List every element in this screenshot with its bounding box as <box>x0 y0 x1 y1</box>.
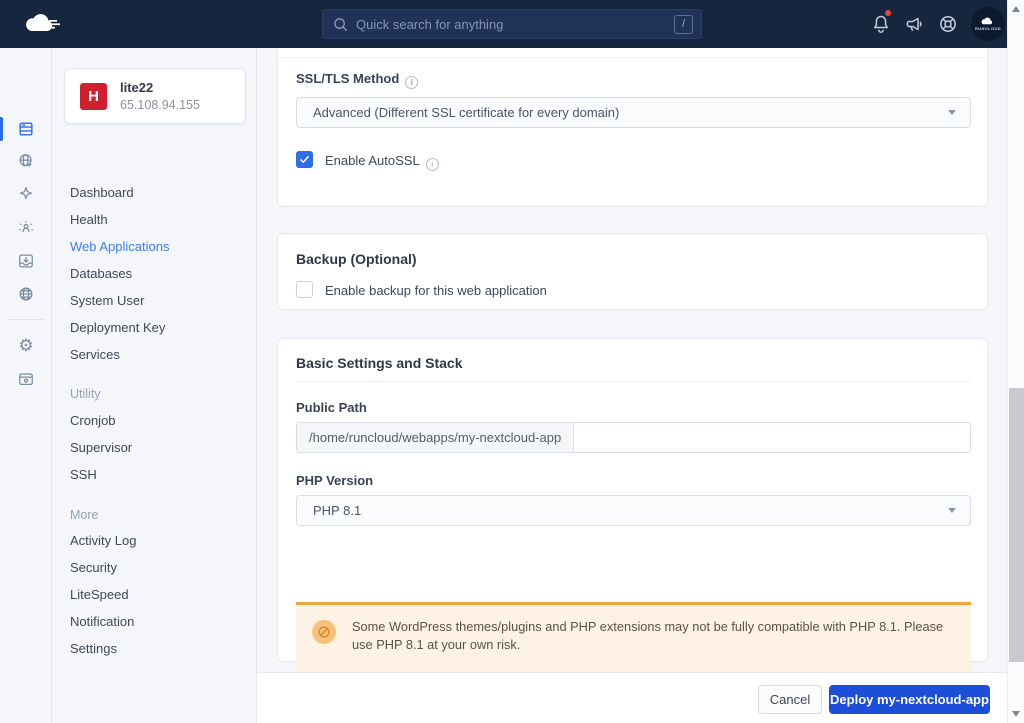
basic-settings-card: Basic Settings and Stack Public Path /ho… <box>277 338 988 674</box>
backup-title: Backup (Optional) <box>296 251 417 267</box>
sidebar-heading-utility: Utility <box>70 387 101 401</box>
ssl-method-label: SSL/TLS Method <box>296 71 419 89</box>
section-divider <box>296 381 971 382</box>
deploy-button[interactable]: Deploy my-nextcloud-app <box>829 685 990 714</box>
sidebar-item-settings[interactable]: Settings <box>70 640 117 658</box>
search-icon <box>334 17 348 31</box>
backup-checkbox[interactable] <box>296 281 313 298</box>
php-version-value: PHP 8.1 <box>313 503 362 518</box>
avatar-label: RUNCLOUD <box>974 26 1002 31</box>
php-warning-banner: Some WordPress themes/plugins and PHP ex… <box>296 602 971 674</box>
rail-divider <box>8 319 44 320</box>
sidebar: H lite22 65.108.94.155 Dashboard Health … <box>52 48 257 723</box>
icon-rail: ⚙ <box>0 48 52 723</box>
card-divider <box>278 57 987 58</box>
public-path-label: Public Path <box>296 400 367 415</box>
sparkle-icon[interactable] <box>14 182 38 206</box>
announcements-icon[interactable] <box>902 12 926 36</box>
scroll-up-arrow-icon[interactable] <box>1012 6 1020 12</box>
scrollbar-thumb[interactable] <box>1009 388 1024 662</box>
provider-logo: H <box>80 83 107 110</box>
archive-icon[interactable] <box>14 367 38 391</box>
ssl-method-select[interactable]: Advanced (Different SSL certificate for … <box>296 97 971 128</box>
page-scrollbar[interactable] <box>1007 0 1024 723</box>
runcloud-app: / <box>0 0 1024 723</box>
public-path-input[interactable] <box>574 423 970 452</box>
sidebar-item-system-user[interactable]: System User <box>70 292 144 310</box>
info-icon[interactable] <box>405 75 419 89</box>
main-content: SSL/TLS Method Advanced (Different SSL c… <box>257 48 1007 723</box>
search-input[interactable] <box>356 16 674 32</box>
sidebar-item-services[interactable]: Services <box>70 346 120 364</box>
info-icon[interactable] <box>425 157 439 171</box>
scroll-down-arrow-icon[interactable] <box>1012 711 1020 717</box>
sidebar-item-web-applications[interactable]: Web Applications <box>70 238 170 256</box>
team-icon[interactable] <box>14 216 38 240</box>
sidebar-item-dashboard[interactable]: Dashboard <box>70 184 134 202</box>
cancel-button[interactable]: Cancel <box>758 685 822 714</box>
server-name: lite22 <box>120 80 154 95</box>
sidebar-item-ssh[interactable]: SSH <box>70 466 97 484</box>
account-avatar[interactable]: RUNCLOUD <box>971 7 1005 41</box>
public-path-field: /home/runcloud/webapps/my-nextcloud-app <box>296 422 971 453</box>
php-version-label: PHP Version <box>296 473 374 488</box>
server-ip: 65.108.94.155 <box>120 98 200 112</box>
backup-inbox-icon[interactable] <box>14 249 38 273</box>
sidebar-item-cronjob[interactable]: Cronjob <box>70 412 116 430</box>
sidebar-item-health[interactable]: Health <box>70 211 108 229</box>
avatar-cloud-icon <box>981 17 993 25</box>
active-rail-indicator <box>0 117 3 141</box>
warning-prohibited-icon <box>312 620 336 644</box>
sidebar-item-deployment-key[interactable]: Deployment Key <box>70 319 165 337</box>
public-path-prefix: /home/runcloud/webapps/my-nextcloud-app <box>297 423 575 452</box>
quick-search[interactable]: / <box>322 9 702 39</box>
server-card[interactable]: H lite22 65.108.94.155 <box>64 68 246 124</box>
topbar: / <box>0 0 1007 48</box>
server-stack-icon[interactable] <box>14 117 38 141</box>
runcloud-logo-icon[interactable] <box>22 11 62 37</box>
help-lifering-icon[interactable] <box>936 12 960 36</box>
search-shortcut-badge: / <box>674 14 693 34</box>
sidebar-item-notification[interactable]: Notification <box>70 613 134 631</box>
chevron-down-icon <box>948 110 956 115</box>
sidebar-item-supervisor[interactable]: Supervisor <box>70 439 132 457</box>
autossl-checkbox[interactable] <box>296 151 313 168</box>
ssl-card: SSL/TLS Method Advanced (Different SSL c… <box>277 48 988 207</box>
basic-settings-title: Basic Settings and Stack <box>296 355 463 371</box>
warning-text: Some WordPress themes/plugins and PHP ex… <box>352 619 944 652</box>
gear-icon[interactable]: ⚙ <box>14 334 38 358</box>
ssl-method-value: Advanced (Different SSL certificate for … <box>313 105 620 120</box>
check-icon <box>300 155 309 164</box>
sidebar-item-security[interactable]: Security <box>70 559 117 577</box>
php-version-select[interactable]: PHP 8.1 <box>296 495 971 526</box>
globe-cursor-icon[interactable] <box>14 149 38 173</box>
sidebar-heading-more: More <box>70 508 99 522</box>
notification-dot <box>884 9 892 17</box>
dns-globe-icon[interactable] <box>14 282 38 306</box>
footer-action-bar: Cancel Deploy my-nextcloud-app <box>257 672 1007 723</box>
backup-checkbox-label: Enable backup for this web application <box>325 283 547 298</box>
chevron-down-icon <box>948 508 956 513</box>
sidebar-item-litespeed[interactable]: LiteSpeed <box>70 586 129 604</box>
backup-card: Backup (Optional) Enable backup for this… <box>277 233 988 310</box>
sidebar-item-activity-log[interactable]: Activity Log <box>70 532 136 550</box>
sidebar-item-databases[interactable]: Databases <box>70 265 132 283</box>
autossl-label: Enable AutoSSL <box>325 153 439 171</box>
